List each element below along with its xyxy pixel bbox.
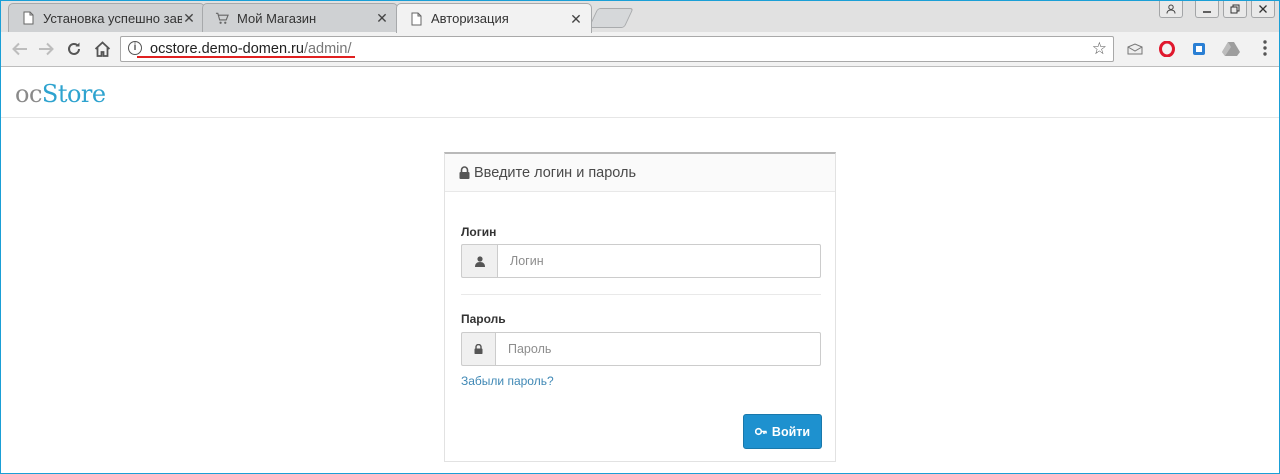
bookmark-star-icon[interactable]: ☆ — [1092, 39, 1107, 59]
tab-install-success[interactable]: Установка успешно заве ✕ — [8, 3, 205, 32]
back-button[interactable] — [9, 38, 31, 60]
user-profile-button[interactable] — [1159, 1, 1183, 18]
google-drive-icon[interactable] — [1222, 40, 1240, 58]
close-window-button[interactable] — [1251, 1, 1275, 18]
ocstore-logo[interactable]: ocStore — [15, 80, 106, 108]
page-content: ocStore Введите логин и пароль Логин Пар… — [1, 67, 1279, 473]
browser-window: Установка успешно заве ✕ Мой Магазин ✕ А… — [0, 0, 1280, 474]
new-tab-button[interactable] — [588, 8, 634, 28]
tab-my-shop[interactable]: Мой Магазин ✕ — [202, 3, 398, 32]
close-icon[interactable]: ✕ — [569, 12, 583, 26]
minimize-icon — [1203, 11, 1211, 13]
username-label: Логин — [461, 225, 497, 239]
url-host: ocstore.demo-domen.ru — [150, 41, 304, 57]
tab-title: Авторизация — [431, 11, 509, 26]
minimize-button[interactable] — [1195, 1, 1219, 18]
cart-icon — [215, 11, 229, 25]
login-panel: Введите логин и пароль Логин Пароль Забы… — [444, 152, 836, 462]
forward-button[interactable] — [35, 38, 57, 60]
tab-authorization[interactable]: Авторизация ✕ — [396, 3, 592, 33]
extension-mail-icon[interactable] — [1126, 40, 1144, 58]
password-input-group — [461, 332, 821, 366]
address-bar[interactable]: i ocstore.demo-domen.ru/admin/ ☆ — [120, 36, 1114, 62]
window-controls — [1159, 1, 1275, 18]
reload-icon — [68, 42, 80, 55]
restore-button[interactable] — [1223, 1, 1247, 18]
restore-icon — [1230, 4, 1240, 14]
password-input[interactable] — [495, 332, 821, 366]
login-button[interactable]: Войти — [743, 414, 822, 449]
tab-title: Мой Магазин — [237, 10, 317, 26]
home-icon — [94, 41, 110, 57]
arrow-right-icon — [39, 42, 54, 56]
menu-icon[interactable] — [1263, 40, 1267, 56]
browser-toolbar: i ocstore.demo-domen.ru/admin/ ☆ — [1, 32, 1279, 67]
login-panel-title: Введите логин и пароль — [474, 164, 637, 181]
lock-icon — [459, 166, 470, 179]
reload-button[interactable] — [63, 38, 85, 60]
username-input-group — [461, 244, 821, 278]
lock-icon — [461, 332, 495, 366]
login-panel-heading: Введите логин и пароль — [445, 154, 835, 192]
close-icon — [1259, 5, 1267, 13]
forgot-password-link[interactable]: Забыли пароль? — [461, 374, 554, 388]
login-button-label: Войти — [771, 424, 811, 439]
key-icon — [754, 427, 767, 435]
user-icon — [461, 244, 497, 278]
url-path: /admin/ — [303, 41, 352, 57]
close-icon[interactable]: ✕ — [182, 11, 196, 25]
url-text: ocstore.demo-domen.ru/admin/ — [150, 41, 352, 57]
home-button[interactable] — [91, 38, 113, 60]
form-divider — [461, 294, 821, 295]
site-header: ocStore — [1, 67, 1279, 118]
info-icon[interactable]: i — [128, 41, 142, 55]
url-underline-annotation — [137, 56, 355, 58]
opera-vpn-icon[interactable] — [1158, 40, 1176, 58]
tab-strip: Установка успешно заве ✕ Мой Магазин ✕ А… — [1, 1, 1279, 33]
user-icon — [1166, 4, 1176, 14]
page-icon — [409, 12, 423, 26]
close-icon[interactable]: ✕ — [375, 11, 389, 25]
username-input[interactable] — [497, 244, 821, 278]
extension-blue-icon[interactable] — [1190, 40, 1208, 58]
logo-store: Store — [41, 80, 106, 108]
page-icon — [21, 11, 35, 25]
tab-title: Установка успешно заве — [43, 10, 182, 26]
password-label: Пароль — [461, 312, 506, 326]
arrow-left-icon — [12, 42, 27, 56]
logo-oc: oc — [15, 80, 42, 108]
